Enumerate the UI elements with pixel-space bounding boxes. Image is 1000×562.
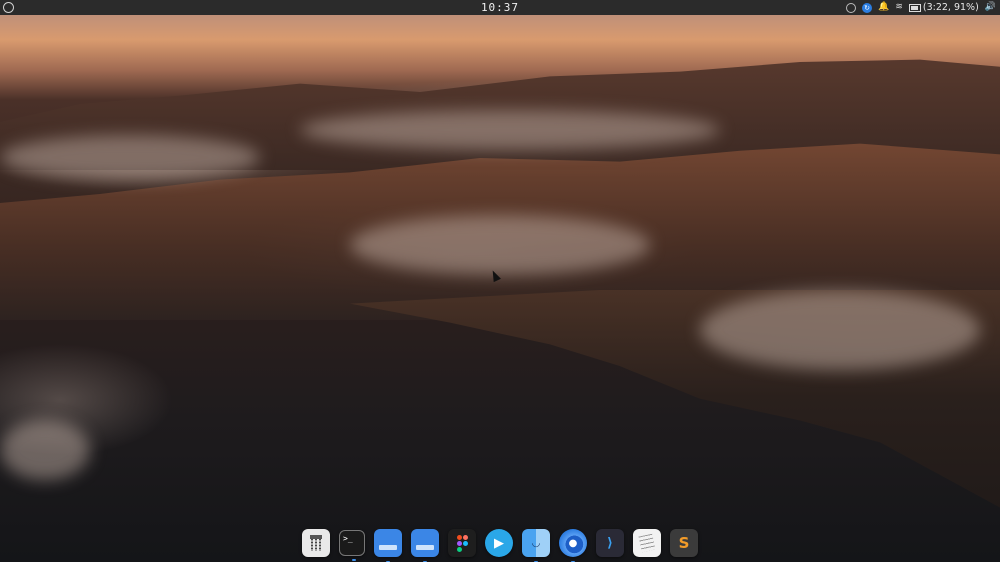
dock: >_ ▶ ◡ ● ⟩ S bbox=[300, 524, 700, 562]
files-icon bbox=[379, 544, 397, 550]
top-bar: 10:37 ↻ 🔔 ≋ (3:22, 91%) 🔊 bbox=[0, 0, 1000, 15]
dock-files-2[interactable] bbox=[411, 529, 439, 562]
running-indicator bbox=[352, 559, 356, 561]
wallpaper-cloud bbox=[0, 420, 90, 480]
terminal-icon: >_ bbox=[343, 534, 353, 543]
dock-calculator[interactable] bbox=[302, 529, 330, 557]
dock-figma[interactable] bbox=[448, 529, 476, 557]
wallpaper-cloud bbox=[350, 215, 650, 275]
wallpaper-cloud bbox=[0, 135, 260, 180]
battery-indicator[interactable]: (3:22, 91%) bbox=[908, 0, 979, 15]
dock-finder[interactable]: ◡ bbox=[522, 529, 550, 562]
calculator-icon bbox=[310, 535, 322, 551]
dock-media-player[interactable]: ▶ bbox=[485, 529, 513, 557]
system-tray[interactable]: ↻ 🔔 ≋ (3:22, 91%) 🔊 bbox=[846, 0, 996, 15]
wallpaper-cloud bbox=[700, 290, 980, 370]
text-editor-icon bbox=[638, 533, 656, 553]
dock-files-1[interactable] bbox=[374, 529, 402, 562]
play-icon: ▶ bbox=[494, 535, 504, 551]
finder-icon: ◡ bbox=[531, 537, 541, 549]
notification-bell-icon[interactable]: 🔔 bbox=[878, 0, 889, 15]
update-icon[interactable]: ↻ bbox=[862, 2, 873, 13]
activities-icon[interactable] bbox=[3, 2, 14, 13]
clock[interactable]: 10:37 bbox=[481, 0, 519, 15]
desktop: 10:37 ↻ 🔔 ≋ (3:22, 91%) 🔊 >_ ▶ ◡ ● ⟩ S bbox=[0, 0, 1000, 562]
dock-text-editor[interactable] bbox=[633, 529, 661, 557]
dock-terminal[interactable]: >_ bbox=[339, 530, 365, 561]
status-circle-icon[interactable] bbox=[846, 2, 857, 13]
dock-firefox[interactable]: ● bbox=[559, 529, 587, 562]
wifi-icon[interactable]: ≋ bbox=[895, 0, 903, 15]
dock-sublime-text[interactable]: S bbox=[670, 529, 698, 557]
figma-icon bbox=[456, 534, 468, 552]
dock-vscode[interactable]: ⟩ bbox=[596, 529, 624, 557]
wallpaper-cloud bbox=[300, 110, 720, 150]
battery-status-text: (3:22, 91%) bbox=[922, 2, 979, 13]
battery-icon bbox=[908, 3, 921, 12]
vscode-icon: ⟩ bbox=[607, 535, 613, 551]
volume-icon[interactable]: 🔊 bbox=[985, 0, 996, 15]
firefox-icon: ● bbox=[568, 537, 578, 549]
files-icon bbox=[416, 544, 434, 550]
sublime-text-icon: S bbox=[678, 534, 690, 552]
